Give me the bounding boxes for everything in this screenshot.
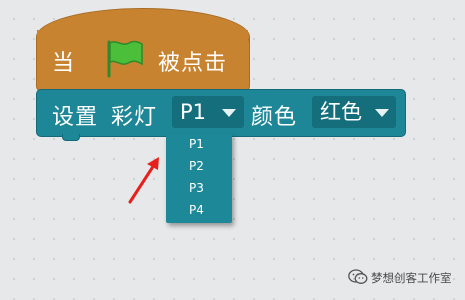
chevron-down-icon — [222, 109, 236, 117]
set-label: 设置 — [52, 105, 99, 130]
menu-item-p4[interactable]: P4 — [189, 203, 204, 217]
menu-item-p1[interactable]: P1 — [189, 137, 204, 151]
port-dropdown-value: P1 — [180, 100, 207, 124]
color-label: 颜色 — [251, 105, 298, 130]
event-block-suffix: 被点击 — [158, 51, 228, 76]
port-dropdown-menu: P1 P2 P3 P4 — [166, 134, 232, 223]
menu-item-p3[interactable]: P3 — [189, 181, 204, 195]
watermark-text: 梦想创客工作室 — [371, 271, 452, 285]
wechat-icon — [348, 269, 368, 289]
event-block-prefix: 当 — [52, 51, 76, 76]
red-arrow-icon — [125, 155, 165, 211]
chevron-down-icon — [375, 109, 389, 117]
green-flag-icon — [102, 38, 146, 82]
color-dropdown[interactable]: 红色 — [312, 96, 396, 128]
block-connector-notch — [62, 134, 80, 141]
port-dropdown[interactable]: P1 — [172, 96, 244, 128]
light-label: 彩灯 — [111, 105, 158, 130]
color-dropdown-value: 红色 — [320, 100, 362, 124]
menu-item-p2[interactable]: P2 — [189, 159, 204, 173]
